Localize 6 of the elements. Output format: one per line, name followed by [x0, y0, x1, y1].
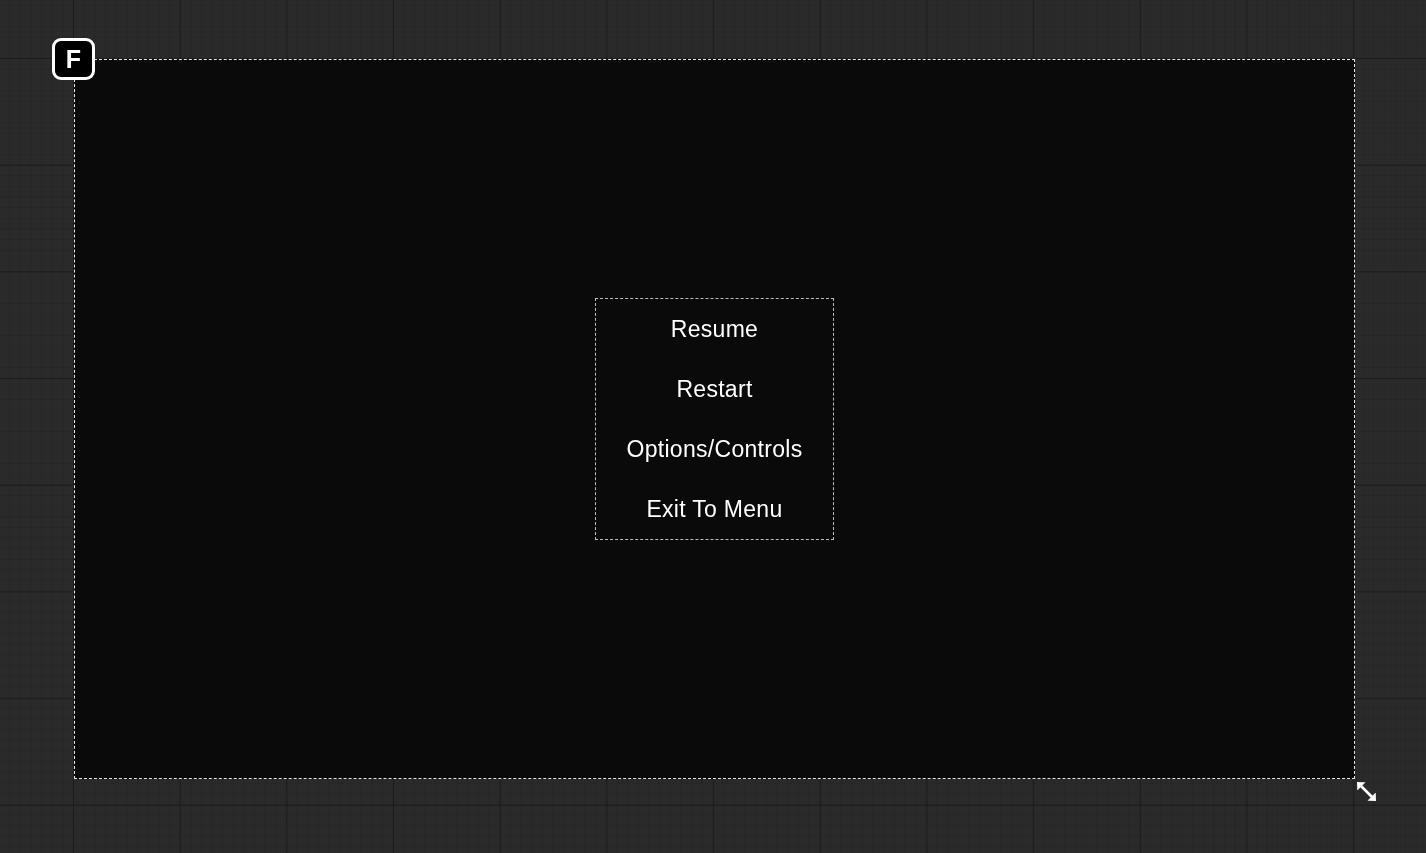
- menu-item[interactable]: Restart: [596, 359, 833, 419]
- logo-badge[interactable]: F: [52, 38, 95, 80]
- menu-item[interactable]: Exit To Menu: [596, 479, 833, 539]
- resize-icon[interactable]: [1357, 782, 1376, 801]
- menu-item[interactable]: Resume: [596, 299, 833, 359]
- menu-item[interactable]: Options/Controls: [596, 419, 833, 479]
